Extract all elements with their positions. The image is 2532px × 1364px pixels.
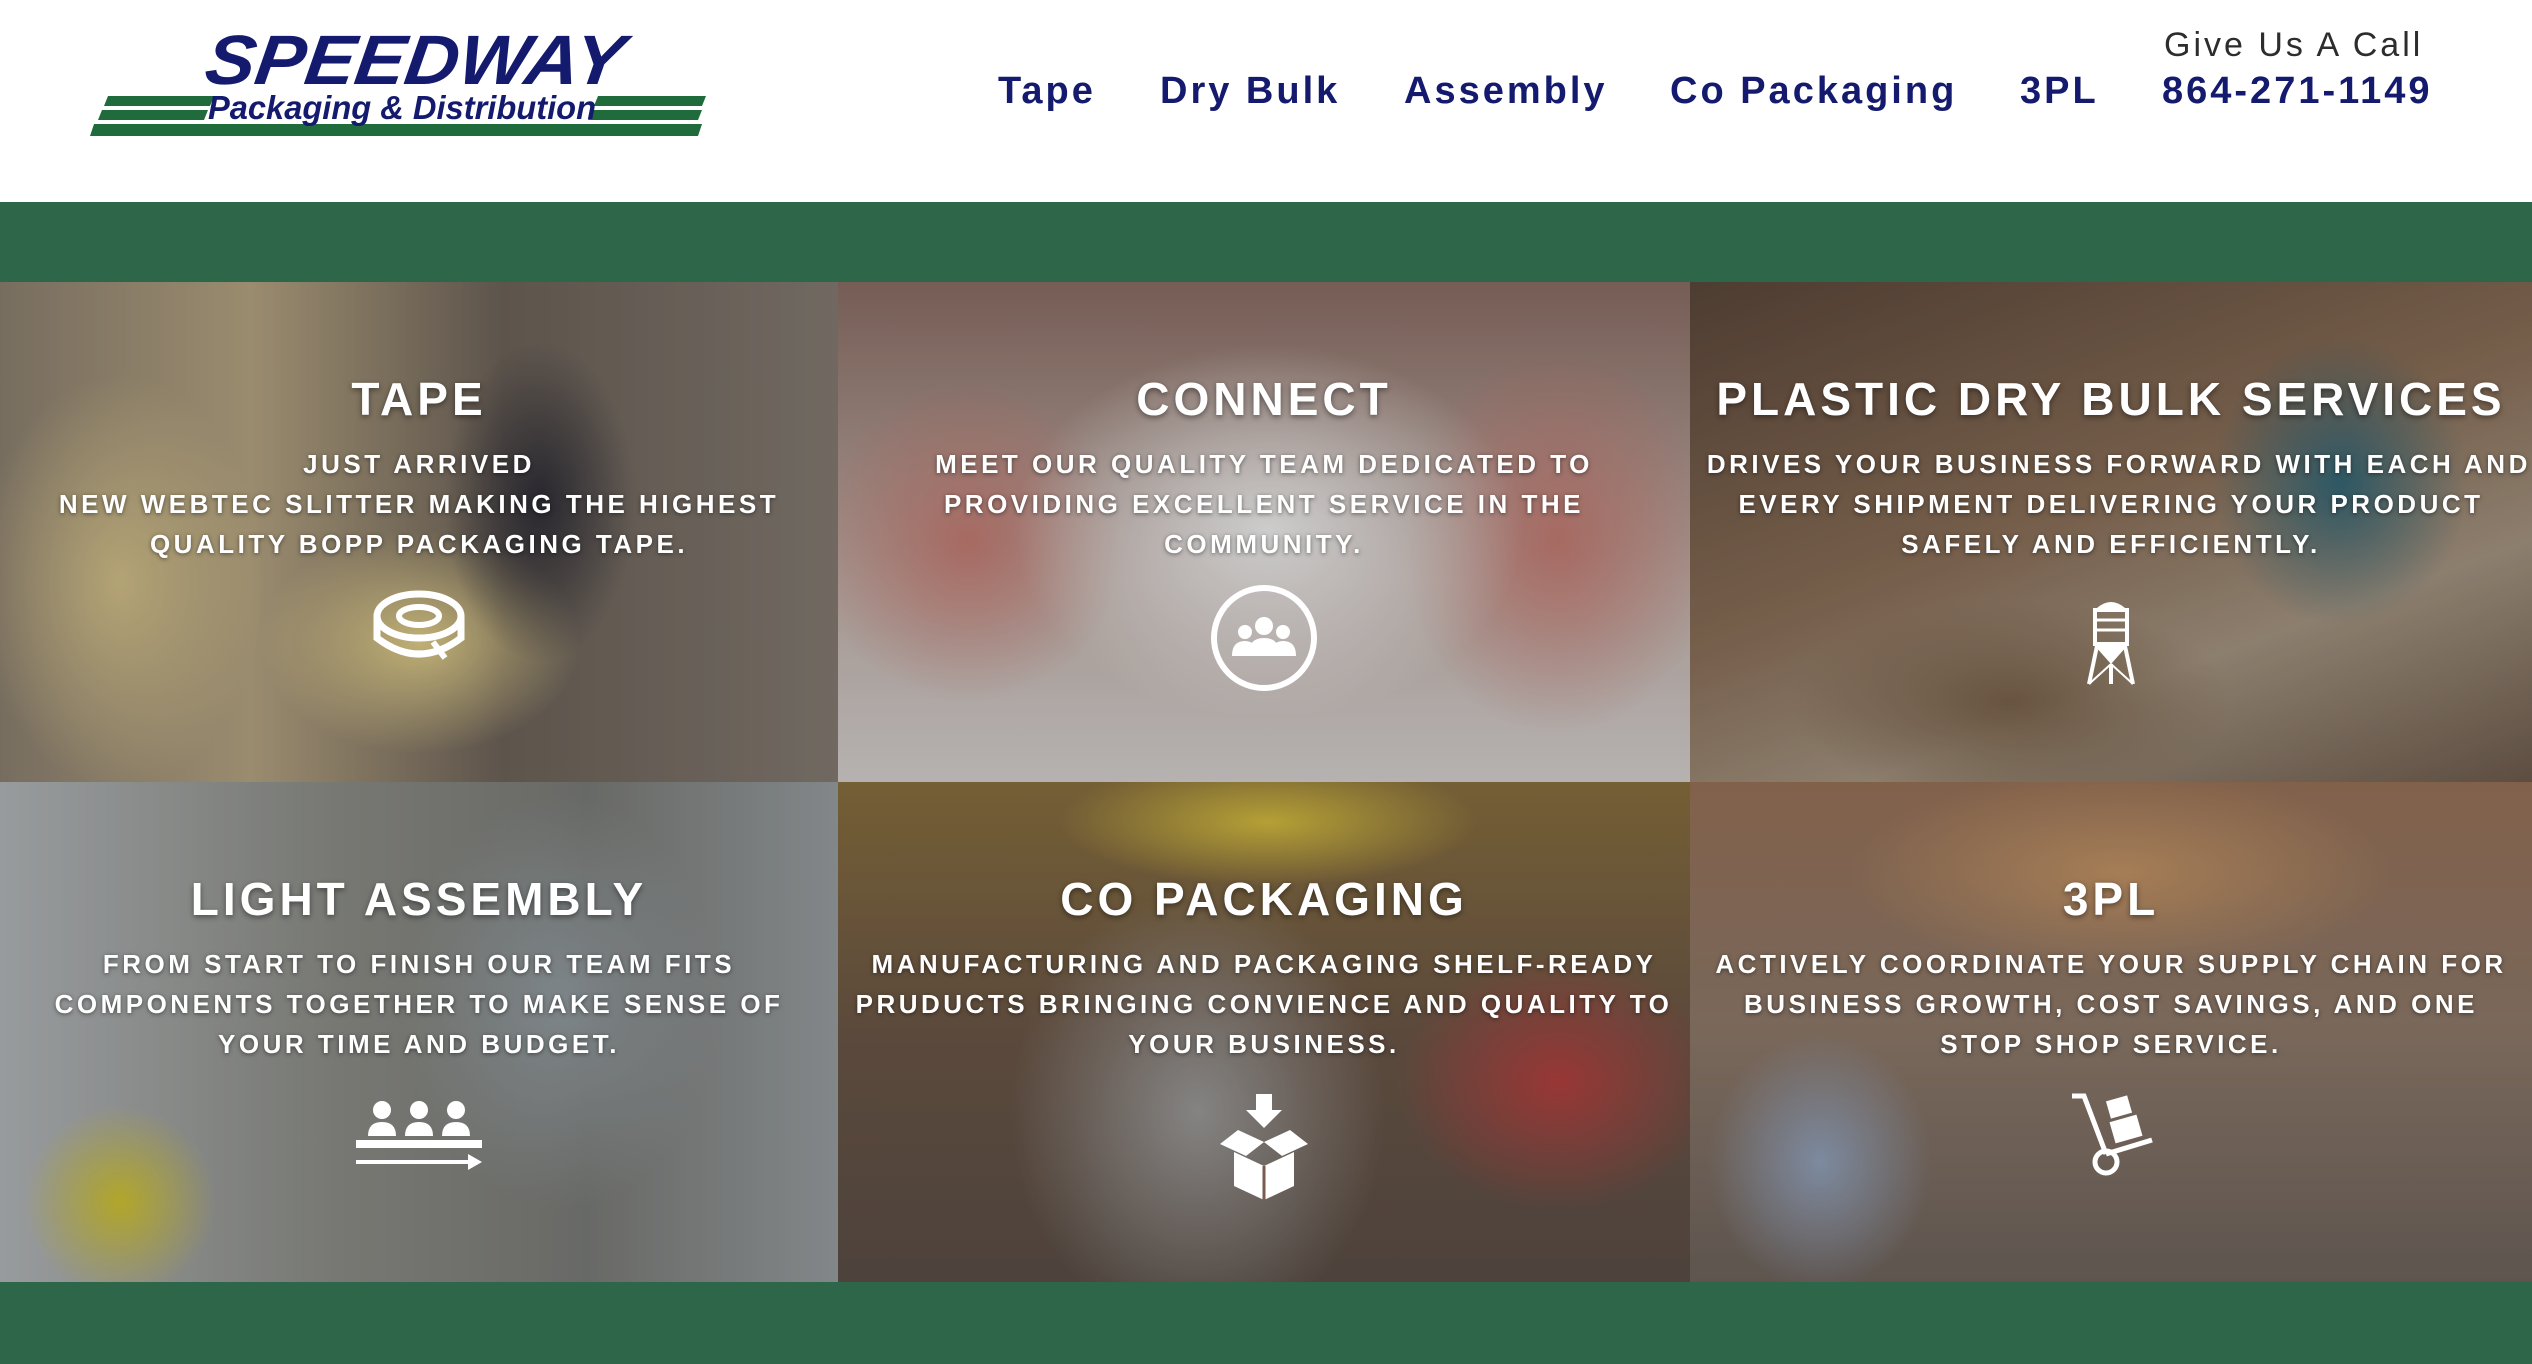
- tile-title: TAPE: [351, 373, 487, 425]
- tile-description: FROM START TO FINISH OUR TEAM FITS COMPO…: [54, 949, 784, 1059]
- nav-link-tape[interactable]: Tape: [998, 70, 1096, 113]
- nav-link-co-packaging[interactable]: Co Packaging: [1670, 70, 1957, 113]
- tile-title: CO PACKAGING: [1060, 873, 1468, 925]
- green-band-bottom: [0, 1282, 2532, 1364]
- tile-description: ACTIVELY COORDINATE YOUR SUPPLY CHAIN FO…: [1715, 949, 2507, 1059]
- site-header: SPEEDWAY Packaging & Distribution Tape D…: [0, 0, 2532, 202]
- tile-connect[interactable]: CONNECT MEET OUR QUALITY TEAM DEDICATED …: [838, 282, 1690, 782]
- tile-title: CONNECT: [1136, 373, 1392, 425]
- nav-link-assembly[interactable]: Assembly: [1404, 70, 1608, 113]
- green-band-top: [0, 202, 2532, 282]
- silo-icon: [2087, 602, 2135, 685]
- tile-title: 3PL: [2062, 873, 2160, 925]
- tape-roll-icon: [373, 590, 465, 660]
- hand-truck-icon: [2072, 1093, 2153, 1176]
- phone-link[interactable]: 864-271-1149: [2162, 70, 2433, 113]
- tile-title: PLASTIC DRY BULK SERVICES: [1716, 373, 2506, 425]
- tile-description: MANUFACTURING AND PACKAGING SHELF-READY …: [855, 949, 1673, 1059]
- nav-link-3pl[interactable]: 3PL: [2020, 70, 2099, 113]
- services-grid: TAPE JUST ARRIVED NEW WEBTEC SLITTER MAK…: [0, 282, 2532, 1282]
- team-icon: [1211, 585, 1317, 691]
- tile-title: LIGHT ASSEMBLY: [190, 873, 648, 925]
- tile-light-assembly[interactable]: LIGHT ASSEMBLY FROM START TO FINISH OUR …: [0, 782, 838, 1282]
- tile-co-packaging[interactable]: CO PACKAGING MANUFACTURING AND PACKAGING…: [838, 782, 1690, 1282]
- tile-dry-bulk[interactable]: PLASTIC DRY BULK SERVICES DRIVES YOUR BU…: [1690, 282, 2532, 782]
- assembly-line-icon: [356, 1101, 482, 1170]
- call-label: Give Us A Call: [2164, 26, 2424, 64]
- open-box-icon: [1220, 1094, 1308, 1200]
- tile-description: JUST ARRIVED NEW WEBTEC SLITTER MAKING T…: [58, 449, 780, 559]
- tile-description: DRIVES YOUR BUSINESS FORWARD WITH EACH A…: [1706, 449, 2531, 559]
- tile-tape[interactable]: TAPE JUST ARRIVED NEW WEBTEC SLITTER MAK…: [0, 282, 838, 782]
- nav-link-dry-bulk[interactable]: Dry Bulk: [1160, 70, 1340, 113]
- main-nav: Tape Dry Bulk Assembly Co Packaging 3PL …: [0, 70, 2532, 120]
- tile-3pl[interactable]: 3PL ACTIVELY COORDINATE YOUR SUPPLY CHAI…: [1690, 782, 2532, 1282]
- tile-description: MEET OUR QUALITY TEAM DEDICATED TO PROVI…: [935, 449, 1593, 559]
